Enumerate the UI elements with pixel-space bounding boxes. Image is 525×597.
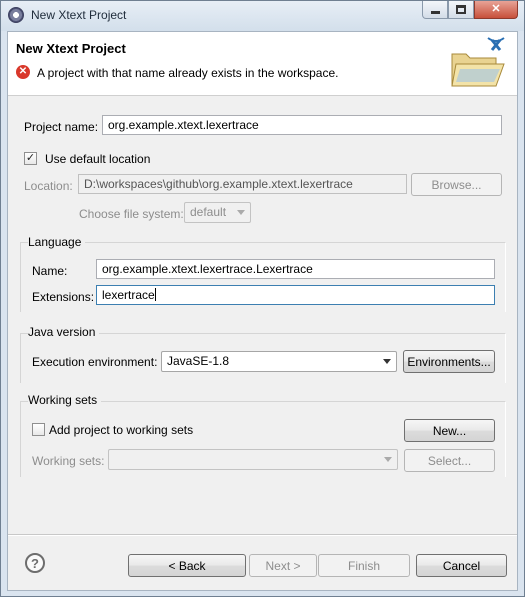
minimize-icon xyxy=(430,11,440,14)
dialog-window: New Xtext Project ✕ New Xtext Project ✕ … xyxy=(0,0,525,597)
working-sets-group-title: Working sets xyxy=(28,393,102,407)
wizard-title: New Xtext Project xyxy=(16,41,126,56)
extensions-input[interactable]: lexertrace xyxy=(96,285,495,305)
back-button[interactable]: < Back xyxy=(128,554,246,577)
browse-button[interactable]: Browse... xyxy=(411,173,502,196)
project-name-input[interactable]: org.example.xtext.lexertrace xyxy=(102,115,502,135)
execution-environment-label: Execution environment: xyxy=(32,355,158,369)
extensions-value: lexertrace xyxy=(102,288,155,302)
chevron-down-icon xyxy=(384,457,392,462)
help-glyph: ? xyxy=(31,555,39,571)
wizard-header: New Xtext Project ✕ A project with that … xyxy=(8,32,517,96)
location-input[interactable]: D:\workspaces\github\org.example.xtext.l… xyxy=(78,174,407,194)
use-default-location-label: Use default location xyxy=(45,152,151,166)
chevron-down-icon xyxy=(237,210,245,215)
dialog-client-area: New Xtext Project ✕ A project with that … xyxy=(7,31,518,591)
language-name-input[interactable]: org.example.xtext.lexertrace.Lexertrace xyxy=(96,259,495,279)
execution-environment-select[interactable]: JavaSE-1.8 xyxy=(161,351,397,372)
help-icon[interactable]: ? xyxy=(25,553,45,573)
working-sets-select[interactable] xyxy=(108,449,398,470)
folder-xtext-icon xyxy=(451,37,505,87)
language-name-label: Name: xyxy=(32,264,68,278)
text-caret xyxy=(154,288,156,301)
working-sets-label: Working sets: xyxy=(32,454,105,468)
minimize-button[interactable] xyxy=(422,1,448,19)
java-version-group-title: Java version xyxy=(28,325,100,339)
close-button[interactable]: ✕ xyxy=(474,1,518,19)
file-system-label: Choose file system: xyxy=(79,207,184,221)
select-working-sets-button[interactable]: Select... xyxy=(404,449,495,472)
location-label: Location: xyxy=(24,179,73,193)
window-title: New Xtext Project xyxy=(31,8,127,22)
error-message: A project with that name already exists … xyxy=(37,66,339,80)
maximize-button[interactable] xyxy=(448,1,474,19)
file-system-select[interactable]: default xyxy=(184,202,251,223)
file-system-value: default xyxy=(190,205,227,219)
close-icon: ✕ xyxy=(491,3,501,15)
next-button[interactable]: Next > xyxy=(249,554,317,577)
eclipse-icon xyxy=(8,7,24,23)
finish-button[interactable]: Finish xyxy=(318,554,410,577)
chevron-down-icon xyxy=(383,359,391,364)
add-to-working-sets-checkbox[interactable] xyxy=(32,423,45,436)
use-default-location-checkbox[interactable]: ✓ xyxy=(24,152,37,165)
execution-environment-value: JavaSE-1.8 xyxy=(167,354,230,368)
window-controls: ✕ xyxy=(422,1,518,19)
footer-separator xyxy=(8,534,517,536)
new-working-set-button[interactable]: New... xyxy=(404,419,495,442)
add-to-working-sets-label: Add project to working sets xyxy=(49,423,194,437)
error-icon: ✕ xyxy=(16,65,30,79)
extensions-label: Extensions: xyxy=(32,290,95,304)
title-bar[interactable]: New Xtext Project ✕ xyxy=(1,1,524,31)
environments-button[interactable]: Environments... xyxy=(403,350,495,373)
project-name-label: Project name: xyxy=(24,120,99,134)
cancel-button[interactable]: Cancel xyxy=(416,554,507,577)
maximize-icon xyxy=(456,5,466,14)
language-group-title: Language xyxy=(28,235,86,249)
